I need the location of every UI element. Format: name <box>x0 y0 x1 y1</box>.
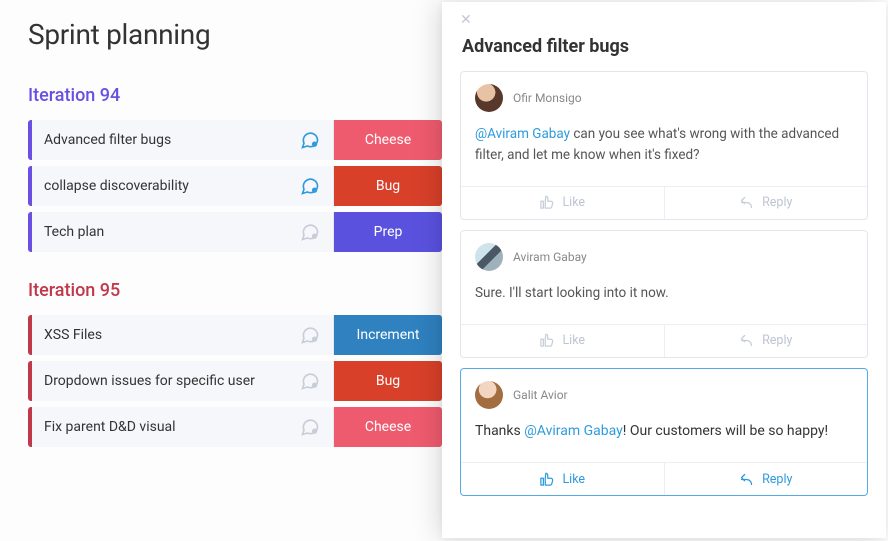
comment-header: Aviram Gabay <box>461 231 867 279</box>
avatar[interactable] <box>475 243 503 271</box>
comment-body: Sure. I'll start looking into it now. <box>461 279 867 324</box>
iteration-block: Iteration 94 Advanced filter bugs Cheese co… <box>28 85 442 252</box>
comment-header: Galit Avior <box>461 369 867 417</box>
avatar[interactable] <box>475 381 503 409</box>
task-row[interactable]: Advanced filter bugs Cheese <box>28 120 442 160</box>
like-button[interactable]: Like <box>461 325 665 357</box>
task-name: Dropdown issues for specific user <box>44 373 293 389</box>
page-title: Sprint planning <box>28 18 442 51</box>
like-label: Like <box>562 472 585 487</box>
comment-text: ! Our customers will be so happy! <box>623 423 828 439</box>
like-label: Like <box>562 195 585 210</box>
reply-button[interactable]: Reply <box>665 187 868 219</box>
like-button[interactable]: Like <box>461 187 665 219</box>
detail-panel: ✕ Advanced filter bugs Ofir Monsigo @Avir… <box>442 2 886 538</box>
chat-bubble-icon[interactable] <box>299 221 321 243</box>
task-name: Advanced filter bugs <box>44 132 293 148</box>
reply-label: Reply <box>762 472 792 487</box>
avatar[interactable] <box>475 84 503 112</box>
comment-author: Ofir Monsigo <box>513 91 582 105</box>
chat-bubble-icon[interactable] <box>299 324 321 346</box>
row-content[interactable]: Dropdown issues for specific user <box>32 361 334 401</box>
reply-button[interactable]: Reply <box>665 463 868 495</box>
iteration-block: Iteration 95 XSS Files Increment Dropdown i… <box>28 280 442 447</box>
row-content[interactable]: Fix parent D&D visual <box>32 407 334 447</box>
chat-bubble-icon[interactable] <box>299 175 321 197</box>
task-row[interactable]: Dropdown issues for specific user Bug <box>28 361 442 401</box>
task-row[interactable]: Fix parent D&D visual Cheese <box>28 407 442 447</box>
reply-label: Reply <box>762 195 792 210</box>
task-row[interactable]: XSS Files Increment <box>28 315 442 355</box>
task-tag[interactable]: Prep <box>334 212 442 252</box>
iteration-title[interactable]: Iteration 94 <box>28 85 442 106</box>
comment-body: @Aviram Gabay can you see what's wrong w… <box>461 120 867 186</box>
task-name: Fix parent D&D visual <box>44 419 293 435</box>
comment-card: Ofir Monsigo @Aviram Gabay can you see wh… <box>460 71 868 220</box>
comment-card: Aviram Gabay Sure. I'll start looking int… <box>460 230 868 358</box>
chat-bubble-icon[interactable] <box>299 129 321 151</box>
comment-author: Aviram Gabay <box>513 250 587 264</box>
like-button[interactable]: Like <box>461 463 665 495</box>
mention[interactable]: @Aviram Gabay <box>524 423 623 439</box>
chat-bubble-icon[interactable] <box>299 370 321 392</box>
task-tag[interactable]: Cheese <box>334 407 442 447</box>
board-pane: Sprint planning Iteration 94 Advanced fil… <box>0 0 442 447</box>
like-label: Like <box>562 333 585 348</box>
task-row[interactable]: Tech plan Prep <box>28 212 442 252</box>
iteration-title[interactable]: Iteration 95 <box>28 280 442 301</box>
reply-button[interactable]: Reply <box>665 325 868 357</box>
row-content[interactable]: Tech plan <box>32 212 334 252</box>
task-tag[interactable]: Cheese <box>334 120 442 160</box>
detail-title: Advanced filter bugs <box>462 36 868 57</box>
comment-card: Galit Avior Thanks @Aviram Gabay! Our cus… <box>460 368 868 497</box>
task-tag[interactable]: Bug <box>334 361 442 401</box>
comment-header: Ofir Monsigo <box>461 72 867 120</box>
reply-label: Reply <box>762 333 792 348</box>
task-tag[interactable]: Bug <box>334 166 442 206</box>
task-row[interactable]: collapse discoverability Bug <box>28 166 442 206</box>
task-tag[interactable]: Increment <box>334 315 442 355</box>
comment-author: Galit Avior <box>513 388 568 402</box>
close-icon[interactable]: ✕ <box>460 12 868 30</box>
chat-bubble-icon[interactable] <box>299 416 321 438</box>
task-name: XSS Files <box>44 327 293 343</box>
comment-text: Thanks <box>475 423 524 439</box>
mention[interactable]: @Aviram Gabay <box>475 126 570 142</box>
comment-actions: Like Reply <box>461 324 867 357</box>
row-content[interactable]: Advanced filter bugs <box>32 120 334 160</box>
task-name: Tech plan <box>44 224 293 240</box>
task-name: collapse discoverability <box>44 178 293 194</box>
comment-actions: Like Reply <box>461 462 867 495</box>
comment-actions: Like Reply <box>461 186 867 219</box>
row-content[interactable]: XSS Files <box>32 315 334 355</box>
comment-text: Sure. I'll start looking into it now. <box>475 285 669 301</box>
comment-body: Thanks @Aviram Gabay! Our customers will… <box>461 417 867 463</box>
row-content[interactable]: collapse discoverability <box>32 166 334 206</box>
